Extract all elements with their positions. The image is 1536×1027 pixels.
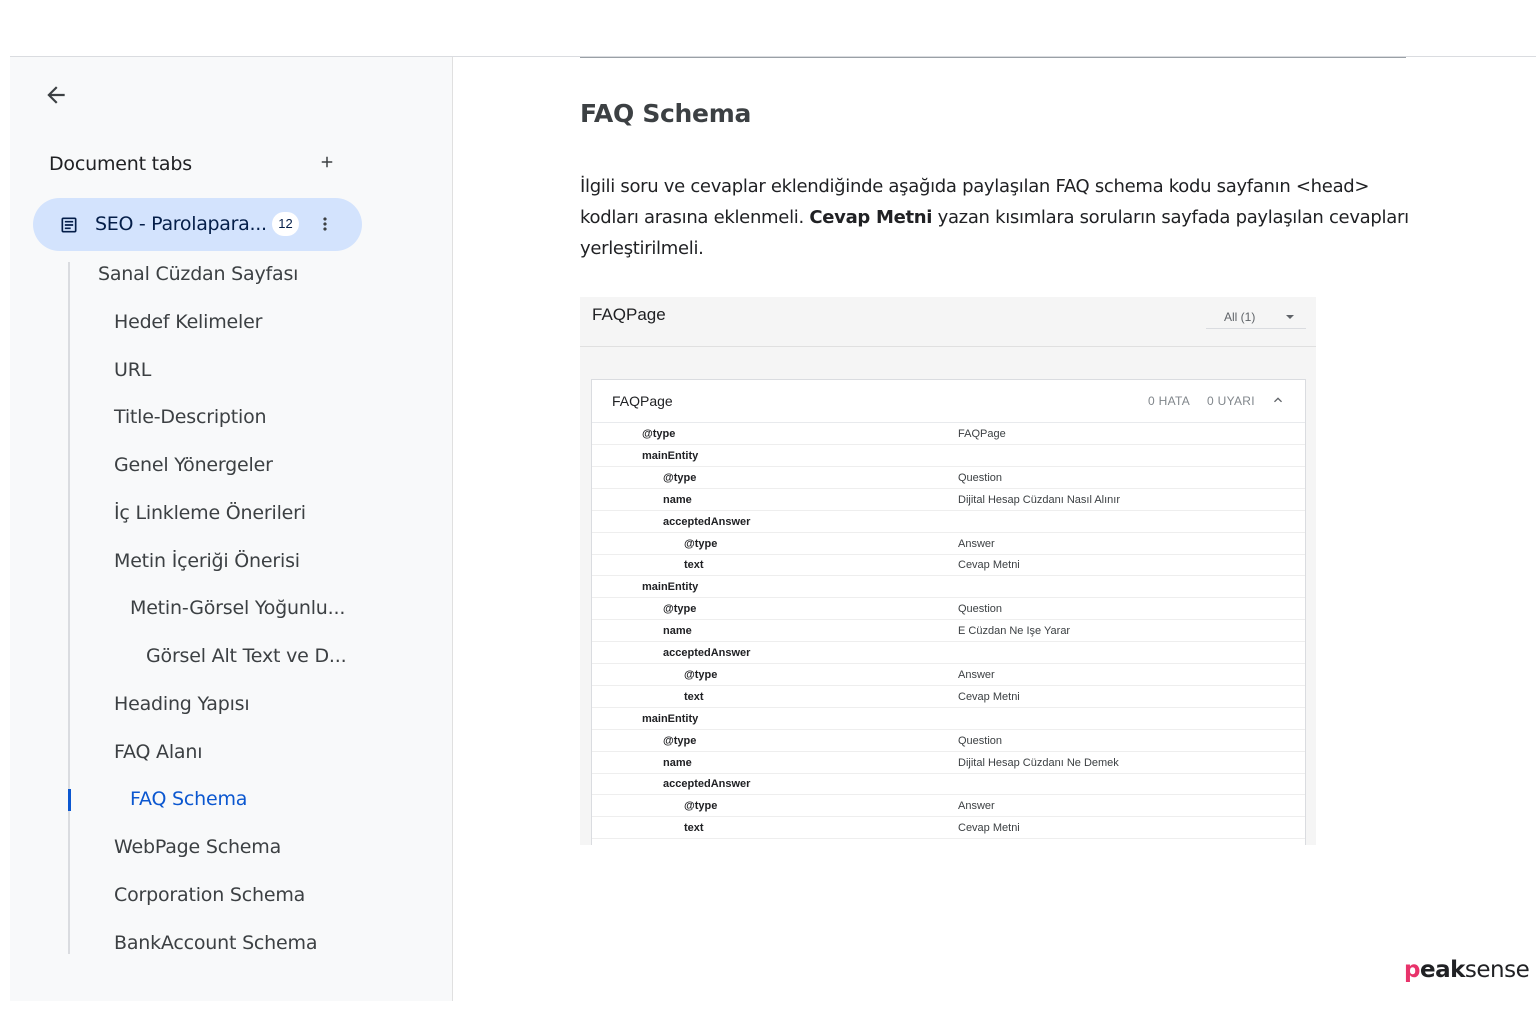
sidebar-tab-item[interactable]: WebPage Schema <box>114 836 281 858</box>
schema-row: @type Answer <box>592 664 1305 686</box>
schema-row: @type Question <box>592 467 1305 489</box>
schema-property: mainEntity <box>642 712 699 725</box>
schema-value: Cevap Metni <box>958 559 1020 572</box>
schema-property: @type <box>684 800 718 813</box>
more-vert-icon <box>323 217 327 231</box>
schema-card-header: FAQPage 0 HATA 0 UYARI <box>592 380 1305 423</box>
schema-property: mainEntity <box>642 449 699 462</box>
paragraph-bold-text: Cevap Metni <box>809 207 933 228</box>
active-tab-label: SEO - Parolapara... <box>95 213 267 235</box>
plus-icon <box>321 156 333 168</box>
schema-property: acceptedAnswer <box>663 778 751 791</box>
schema-row: @type Answer <box>592 795 1305 818</box>
schema-row: name Dijital Hesap Cüzdanı Nasıl Alınır <box>592 489 1305 511</box>
schema-row: name Dijital Hesap Cüzdanı Ne Demek <box>592 752 1305 774</box>
tab-options-button[interactable] <box>315 210 335 238</box>
sidebar-tab-item[interactable]: URL <box>114 359 151 381</box>
sidebar-tab-item[interactable]: Metin-Görsel Yoğunlu... <box>130 597 345 619</box>
page-title: FAQ Schema <box>580 99 752 128</box>
schema-row: acceptedAnswer <box>592 773 1305 796</box>
schema-property: text <box>684 690 704 703</box>
schema-property: @type <box>642 428 676 440</box>
schema-property: @type <box>663 603 697 616</box>
schema-property: text <box>684 559 704 572</box>
schema-row: mainEntity <box>592 708 1305 730</box>
document-content: FAQ Schema İlgili soru ve cevaplar eklen… <box>453 57 1536 1001</box>
schema-property: acceptedAnswer <box>663 647 751 659</box>
schema-row: mainEntity <box>592 576 1305 599</box>
schema-filter-label: All (1) <box>1224 310 1256 324</box>
tab-tree-line <box>68 262 70 954</box>
sidebar-tab-item[interactable]: Heading Yapısı <box>114 693 250 715</box>
chevron-up-icon[interactable] <box>1270 392 1286 408</box>
schema-row: @type Answer <box>592 533 1305 555</box>
schema-screenshot: FAQPage All (1) FAQPage 0 HATA 0 UYARI @… <box>580 297 1316 845</box>
schema-row: mainEntity <box>592 445 1305 467</box>
schema-value: Dijital Hesap Cüzdanı Ne Demek <box>958 756 1119 769</box>
sidebar-tab-item[interactable]: Görsel Alt Text ve D... <box>146 645 347 667</box>
schema-row: @type Question <box>592 598 1305 621</box>
schema-value: Question <box>958 603 1003 616</box>
schema-value: Answer <box>958 537 995 550</box>
caret-down-icon <box>1286 315 1294 319</box>
schema-row: text Cevap Metni <box>592 686 1305 708</box>
sidebar-tab-item[interactable]: Genel Yönergeler <box>114 454 273 476</box>
schema-row: acceptedAnswer <box>592 642 1305 664</box>
schema-row: text Cevap Metni <box>592 817 1305 840</box>
schema-value: Question <box>958 471 1003 484</box>
schema-property: @type <box>663 734 697 747</box>
schema-value: Cevap Metni <box>958 690 1020 703</box>
schema-panel-title: FAQPage <box>592 305 666 324</box>
schema-result-card: FAQPage 0 HATA 0 UYARI @type FAQPage mainE… <box>591 379 1306 845</box>
back-button[interactable] <box>40 79 72 111</box>
error-count: 0 HATA <box>1148 394 1191 408</box>
schema-property: acceptedAnswer <box>663 515 751 528</box>
sidebar-tab-item[interactable]: İç Linkleme Önerileri <box>114 502 306 524</box>
active-document-tab[interactable]: SEO - Parolapara... 12 <box>33 198 362 251</box>
arrow-back-icon <box>47 86 65 104</box>
description-paragraph: İlgili soru ve cevaplar eklendiğinde aşa… <box>580 171 1410 264</box>
schema-property: @type <box>684 668 718 681</box>
schema-property: @type <box>663 471 697 484</box>
schema-panel-header: FAQPage All (1) <box>580 297 1316 347</box>
sidebar-tab-item[interactable]: Sanal Cüzdan Sayfası <box>98 263 298 285</box>
schema-row: acceptedAnswer <box>592 511 1305 533</box>
sidebar-tab-item[interactable]: BankAccount Schema <box>114 932 317 954</box>
schema-value: FAQPage <box>958 428 1006 440</box>
schema-property: text <box>684 822 704 835</box>
section-divider <box>580 57 1406 58</box>
schema-row: text Cevap Metni <box>592 554 1305 577</box>
schema-value: Cevap Metni <box>958 822 1020 835</box>
schema-property: name <box>663 493 692 506</box>
document-icon <box>61 217 77 233</box>
schema-row: name E Cüzdan Ne Işe Yarar <box>592 620 1305 643</box>
schema-property: name <box>663 625 692 638</box>
schema-value: E Cüzdan Ne Işe Yarar <box>958 625 1071 638</box>
schema-value: Dijital Hesap Cüzdanı Nasıl Alınır <box>958 493 1121 506</box>
add-tab-button[interactable] <box>314 149 340 175</box>
sidebar-tab-item[interactable]: FAQ Alanı <box>114 741 202 763</box>
schema-value: Answer <box>958 800 995 813</box>
tab-count-badge: 12 <box>272 212 299 236</box>
schema-row: @type Question <box>592 730 1305 752</box>
sidebar-tab-item[interactable]: Hedef Kelimeler <box>114 311 262 333</box>
schema-filter-dropdown[interactable]: All (1) <box>1206 305 1306 329</box>
document-tabs-title: Document tabs <box>49 153 192 175</box>
sidebar-tab-item[interactable]: Corporation Schema <box>114 884 305 906</box>
peaksense-logo: peaksense <box>1404 957 1530 983</box>
schema-property: name <box>663 756 692 769</box>
selected-tab-indicator <box>68 789 71 811</box>
warning-count: 0 UYARI <box>1207 394 1255 408</box>
schema-property: mainEntity <box>642 581 699 594</box>
sidebar-tab-item[interactable]: Title-Description <box>114 406 267 428</box>
schema-card-title: FAQPage <box>612 393 673 409</box>
schema-value: Answer <box>958 668 995 681</box>
document-tabs-sidebar: Document tabs SEO - Parolapara... 12 San… <box>10 57 453 1001</box>
schema-value: Question <box>958 734 1003 747</box>
sidebar-tab-item[interactable]: FAQ Schema <box>130 788 247 810</box>
schema-row: @type FAQPage <box>592 423 1305 445</box>
sidebar-tab-item[interactable]: Metin İçeriği Önerisi <box>114 550 300 572</box>
schema-property: @type <box>684 537 718 550</box>
